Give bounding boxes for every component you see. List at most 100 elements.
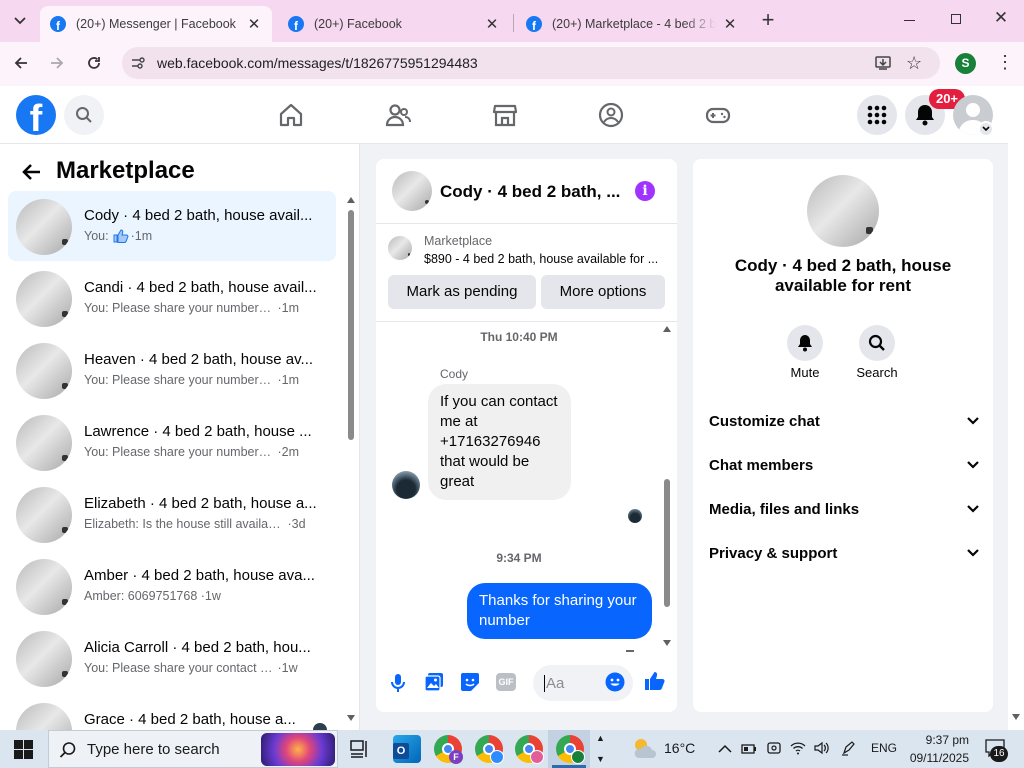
tab-messenger[interactable]: f (20+) Messenger | Facebook ✕ — [40, 6, 272, 42]
privacy-support-row[interactable]: Privacy & support — [709, 541, 979, 565]
profile-avatar[interactable]: S — [955, 53, 976, 74]
input-language[interactable]: ENG — [871, 741, 897, 755]
install-app-icon[interactable] — [874, 54, 892, 72]
account-chevron-icon[interactable] — [978, 121, 994, 137]
taskbar-scroll-up-icon[interactable]: ▲ — [596, 733, 605, 743]
text-cursor — [544, 675, 545, 692]
pen-icon[interactable] — [841, 740, 857, 756]
meet-now-icon[interactable] — [766, 740, 782, 756]
tab-facebook[interactable]: f (20+) Facebook ✕ — [278, 6, 510, 42]
marketplace-nav-icon[interactable] — [491, 101, 519, 129]
close-window-button[interactable]: ✕ — [990, 8, 1012, 30]
incoming-message-bubble[interactable]: If you can contact me at +17163276946 th… — [428, 384, 571, 500]
chat-info-button[interactable]: i — [635, 181, 655, 201]
scroll-up-arrow-icon[interactable] — [663, 326, 671, 332]
url-text[interactable]: web.facebook.com/messages/t/182677595129… — [157, 55, 478, 71]
new-tab-button[interactable]: + — [758, 8, 778, 32]
listing-text[interactable]: $890 - 4 bed 2 bath, house available for… — [424, 252, 658, 266]
chat-scrollbar[interactable] — [661, 324, 673, 648]
conversation-preview: You: Please share your number so ... · 1m — [84, 373, 300, 387]
attach-photo-button[interactable] — [424, 672, 444, 692]
more-options-button[interactable]: More options — [541, 275, 665, 309]
conversation-item[interactable]: Cody · 4 bed 2 bath, house avail... You:… — [8, 191, 336, 261]
conversation-item[interactable]: Elizabeth · 4 bed 2 bath, house a... Eli… — [8, 479, 336, 549]
clock-date[interactable]: 09/11/2025 — [897, 751, 969, 765]
mute-button[interactable] — [787, 325, 823, 361]
chrome-taskbar-icon[interactable]: F — [434, 735, 463, 764]
minimize-window-button[interactable] — [900, 10, 920, 30]
taskbar-search-box[interactable]: Type here to search — [48, 730, 338, 768]
chrome-taskbar-icon[interactable] — [515, 735, 544, 764]
chat-header-title[interactable]: Cody · 4 bed 2 bath, ... — [440, 182, 620, 202]
outgoing-message-bubble[interactable]: Thanks for sharing your number — [467, 583, 652, 639]
facebook-logo[interactable]: f — [16, 95, 56, 135]
task-view-icon[interactable] — [350, 739, 370, 759]
groups-nav-icon[interactable] — [597, 101, 625, 129]
conversation-item[interactable]: Grace · 4 bed 2 bath, house a... — [8, 695, 336, 730]
chrome-taskbar-icon[interactable] — [475, 735, 504, 764]
page-scrollbar[interactable] — [1008, 86, 1024, 730]
menu-grid-button[interactable] — [857, 95, 897, 135]
conversation-item[interactable]: Heaven · 4 bed 2 bath, house av... You: … — [8, 335, 336, 405]
search-label: Search — [856, 365, 898, 380]
scroll-down-arrow-icon[interactable] — [347, 715, 355, 721]
mark-as-pending-button[interactable]: Mark as pending — [388, 275, 536, 309]
gif-button[interactable]: GIF — [496, 673, 516, 691]
search-conversation-button[interactable] — [859, 325, 895, 361]
home-nav-icon[interactable] — [277, 101, 305, 129]
chat-members-row[interactable]: Chat members — [709, 453, 979, 477]
voice-clip-button[interactable] — [389, 672, 407, 694]
emoji-button[interactable] — [605, 672, 625, 692]
close-tab-icon[interactable]: ✕ — [484, 15, 500, 33]
close-tab-icon[interactable]: ✕ — [722, 15, 738, 33]
show-hidden-icons[interactable] — [718, 741, 732, 755]
tab-marketplace[interactable]: f (20+) Marketplace - 4 bed 2 bath ✕ — [516, 6, 748, 42]
browser-menu-icon[interactable]: ⋮ — [996, 53, 1014, 73]
bookmark-star-icon[interactable]: ☆ — [906, 53, 922, 74]
scroll-down-arrow-icon[interactable] — [663, 640, 671, 646]
back-button[interactable] — [12, 54, 32, 72]
conversation-list-scrollbar[interactable] — [345, 195, 357, 725]
section-label: Privacy & support — [709, 544, 838, 562]
start-button[interactable] — [14, 740, 33, 759]
clock-time[interactable]: 9:37 pm — [905, 733, 969, 747]
weather-icon[interactable] — [630, 736, 658, 760]
gaming-nav-icon[interactable] — [704, 101, 732, 129]
conversation-avatar — [16, 199, 72, 255]
friends-nav-icon[interactable] — [384, 101, 412, 129]
conversation-item[interactable]: Lawrence · 4 bed 2 bath, house ... You: … — [8, 407, 336, 477]
scrollbar-thumb[interactable] — [664, 479, 670, 607]
customize-chat-row[interactable]: Customize chat — [709, 409, 979, 433]
wifi-icon[interactable] — [790, 740, 806, 756]
preview-text: Amber: 6069751768 — [84, 589, 198, 603]
back-to-chats-button[interactable] — [20, 160, 44, 184]
sticker-button[interactable] — [460, 672, 480, 692]
send-like-button[interactable] — [644, 670, 666, 692]
outlook-taskbar-icon[interactable]: O — [393, 735, 421, 763]
battery-icon[interactable] — [741, 742, 757, 754]
close-tab-icon[interactable]: ✕ — [246, 15, 262, 33]
chat-header-avatar[interactable] — [392, 171, 432, 211]
conversation-item[interactable]: Amber · 4 bed 2 bath, house ava... Amber… — [8, 551, 336, 621]
listing-thumbnail[interactable] — [388, 236, 412, 260]
preview-text: You: Please share your number so ... — [84, 373, 274, 387]
taskbar-scroll-down-icon[interactable]: ▼ — [596, 754, 605, 764]
message-timestamp: Thu 10:40 PM — [480, 330, 558, 344]
facebook-search-button[interactable] — [64, 95, 104, 135]
media-files-links-row[interactable]: Media, files and links — [709, 497, 979, 521]
volume-icon[interactable] — [813, 740, 829, 756]
reload-button[interactable] — [85, 54, 105, 72]
forward-button[interactable] — [48, 54, 68, 72]
conversation-item[interactable]: Candi · 4 bed 2 bath, house avail... You… — [8, 263, 336, 333]
conversation-item[interactable]: Alicia Carroll · 4 bed 2 bath, hou... Yo… — [8, 623, 336, 693]
maximize-window-button[interactable] — [946, 10, 966, 30]
site-info-icon[interactable] — [130, 55, 146, 71]
profile-avatar-large[interactable] — [807, 175, 879, 247]
scrollbar-thumb[interactable] — [348, 210, 354, 440]
scroll-up-arrow-icon[interactable] — [347, 197, 355, 203]
sender-avatar[interactable] — [392, 471, 420, 499]
scroll-down-arrow-icon[interactable] — [1012, 714, 1020, 720]
weather-temperature[interactable]: 16°C — [664, 740, 695, 756]
tab-search-button[interactable] — [8, 9, 32, 33]
chrome-taskbar-icon[interactable] — [556, 735, 585, 764]
